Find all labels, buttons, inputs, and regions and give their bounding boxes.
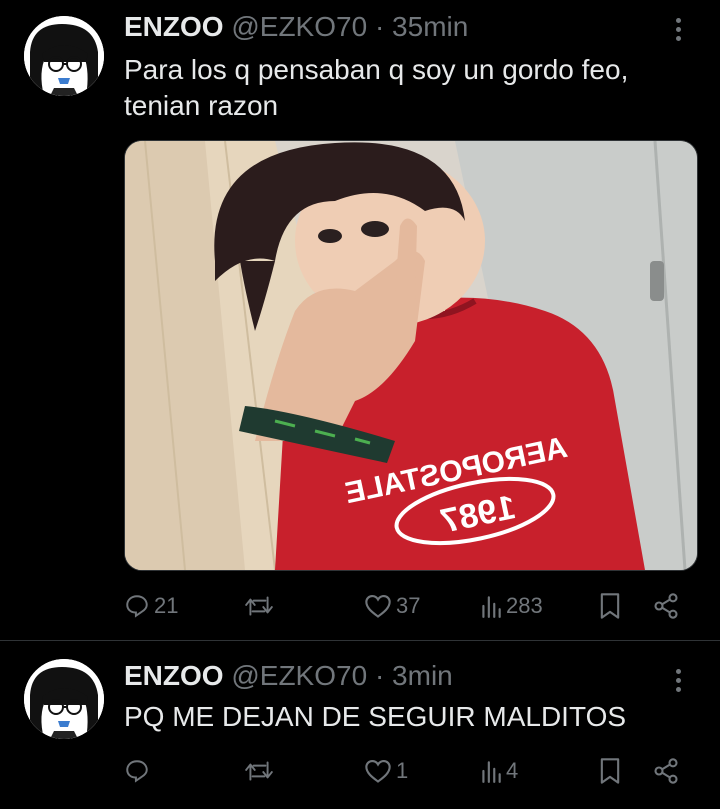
reply-icon [126, 760, 148, 783]
view-count: 283 [506, 593, 543, 618]
author-handle[interactable]: @EZKO70 [231, 660, 367, 691]
separator-dot: · [374, 660, 385, 691]
more-icon [675, 17, 681, 41]
tweet[interactable]: ENZOO @EZKO70 · 35min Para los q pensaba… [0, 0, 720, 641]
like-button[interactable]: 1 [364, 753, 408, 789]
views-icon [482, 761, 501, 783]
tweet-photo[interactable]: AEROPOSTALE 1987 [124, 140, 698, 571]
like-button[interactable]: 37 [364, 588, 420, 624]
reply-icon [126, 595, 148, 618]
reply-button[interactable] [124, 753, 154, 789]
tweet-text: Para los q pensaban q soy un gordo feo, … [124, 54, 629, 121]
bookmark-button[interactable] [598, 588, 622, 624]
tweet-header: ENZOO @EZKO70 · 35min [124, 10, 468, 44]
share-icon [654, 593, 678, 619]
author-handle[interactable]: @EZKO70 [231, 11, 367, 42]
views-button[interactable]: 4 [480, 753, 518, 789]
more-options-button[interactable] [664, 663, 692, 697]
like-count: 37 [396, 593, 421, 618]
avatar-drawing-icon [24, 659, 104, 739]
share-button[interactable] [652, 753, 680, 789]
repost-icon [245, 596, 273, 616]
author-name[interactable]: ENZOO [124, 11, 224, 42]
separator-dot: · [374, 11, 385, 42]
repost-icon [245, 761, 273, 781]
share-button[interactable] [652, 588, 680, 624]
tweet[interactable]: ENZOO @EZKO70 · 3min PQ ME DEJAN DE SEGU… [0, 641, 720, 809]
tweet-text: PQ ME DEJAN DE SEGUIR MALDITOS [124, 701, 627, 732]
like-icon [365, 760, 391, 783]
bookmark-icon [600, 593, 620, 619]
more-options-button[interactable] [664, 12, 692, 46]
share-icon [654, 758, 678, 784]
views-icon [482, 596, 501, 618]
reply-count: 21 [154, 593, 179, 618]
like-icon [365, 595, 391, 618]
action-bar: 1 4 [124, 753, 694, 789]
bookmark-icon [600, 758, 620, 784]
avatar[interactable] [24, 16, 104, 96]
avatar-drawing-icon [24, 16, 104, 96]
more-icon [675, 668, 681, 692]
like-count: 1 [396, 758, 409, 783]
repost-button[interactable] [244, 588, 278, 624]
selfie-photo: AEROPOSTALE 1987 [125, 141, 697, 570]
view-count: 4 [506, 758, 519, 783]
reply-button[interactable]: 21 [124, 588, 178, 624]
views-button[interactable]: 283 [480, 588, 543, 624]
action-bar: 21 37 283 [124, 588, 694, 624]
avatar[interactable] [24, 659, 104, 739]
repost-button[interactable] [244, 753, 278, 789]
author-name[interactable]: ENZOO [124, 660, 224, 691]
timestamp[interactable]: 35min [392, 11, 468, 42]
tweet-header: ENZOO @EZKO70 · 3min [124, 659, 453, 693]
timestamp[interactable]: 3min [392, 660, 453, 691]
bookmark-button[interactable] [598, 753, 622, 789]
